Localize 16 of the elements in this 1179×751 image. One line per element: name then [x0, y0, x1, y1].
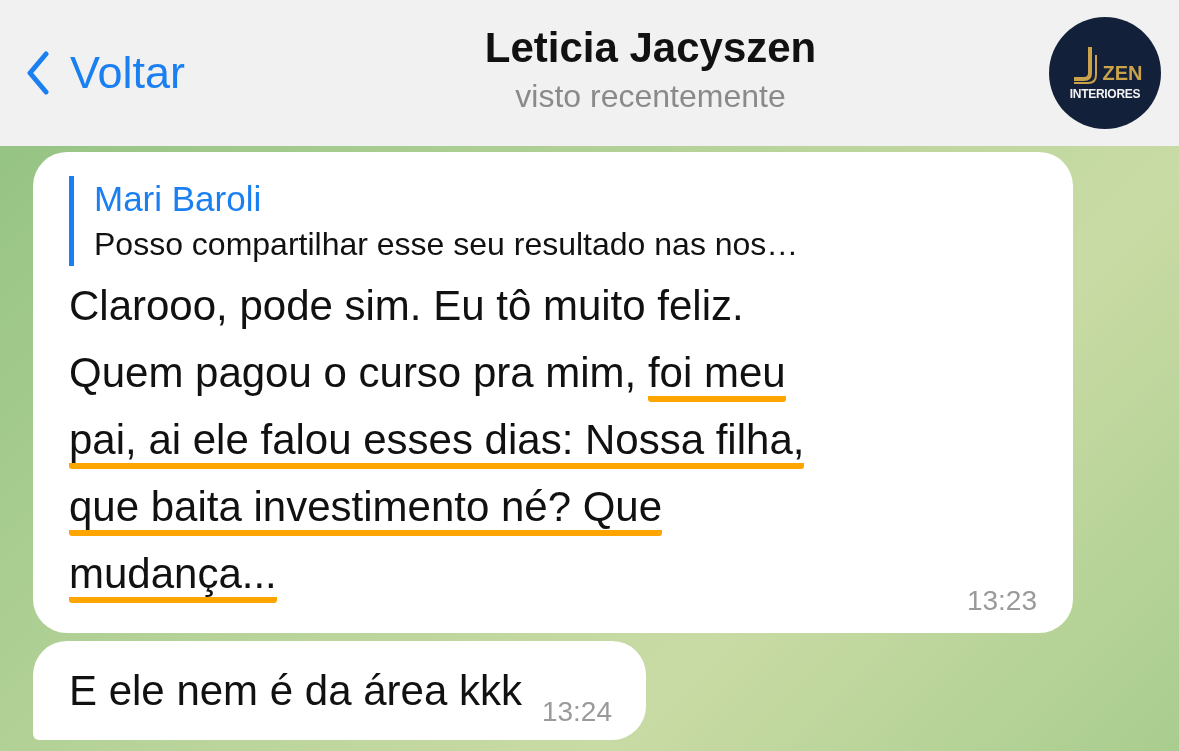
message-text: Clarooo, pode sim. Eu tô muito feliz.	[69, 282, 744, 329]
message-time: 13:24	[541, 696, 612, 728]
contact-name: Leticia Jacyszen	[484, 23, 817, 72]
underlined-text: foi meu	[647, 349, 786, 402]
message-text: E ele nem é da área kkk	[69, 667, 522, 714]
message-time: 13:23	[966, 585, 1037, 617]
logo-wordmark: ZEN	[1102, 63, 1143, 83]
quote-text: Posso compartilhar esse seu resultado nas nos…	[94, 225, 800, 264]
message-text: Quem pagou o curso pra mim,	[69, 349, 638, 396]
underlined-text: mudança...	[69, 550, 277, 603]
quote-author: Mari Baroli	[94, 178, 263, 220]
last-seen-status: visto recentemente	[515, 77, 786, 115]
underlined-text: que baita investimento né? Que	[69, 483, 663, 536]
contact-avatar[interactable]: ZEN INTERIORES	[1049, 17, 1161, 129]
logo-tagline: INTERIORES	[1069, 87, 1141, 101]
underlined-text: pai, ai ele falou esses dias: Nossa filha,	[69, 416, 805, 469]
